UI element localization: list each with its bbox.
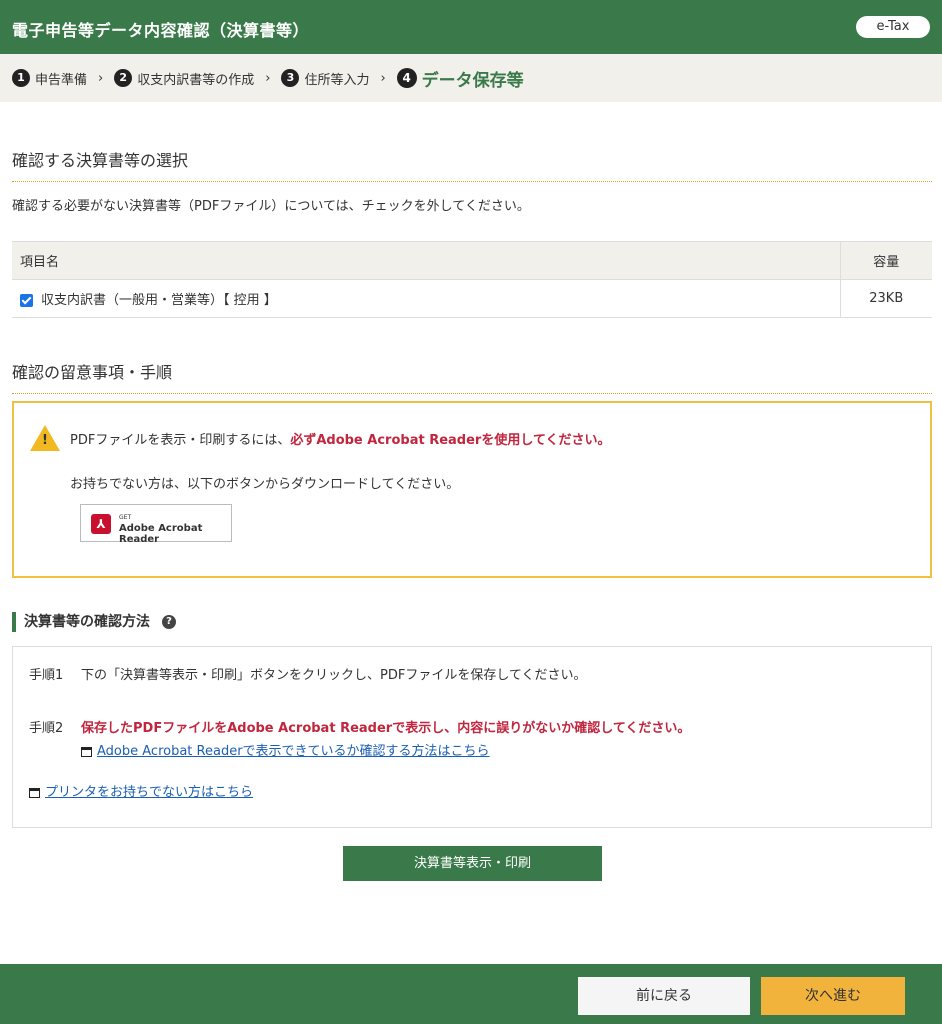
printer-link[interactable]: プリンタをお持ちでない方はこちら [45, 785, 253, 800]
new-window-icon [29, 787, 40, 798]
procedure-2-text: 保存したPDFファイルをAdobe Acrobat Readerで表示し、内容に… [81, 721, 691, 736]
step-2-label: 収支内訳書等の作成 [137, 72, 255, 88]
method-title: 決算書等の確認方法 [24, 614, 150, 630]
page-title: 電子申告等データ内容確認（決算書等） [12, 21, 310, 40]
selection-section-title: 確認する決算書等の選択 [12, 147, 932, 182]
app-header: 電子申告等データ内容確認（決算書等） e-Tax [0, 0, 942, 54]
notice-emphasis: 必ずAdobe Acrobat Readerを使用してください。 [290, 433, 611, 448]
step-4-label: データ保存等 [421, 70, 524, 91]
progress-steps: 1 申告準備 › 2 収支内訳書等の作成 › 3 住所等入力 › 4 データ保存… [0, 54, 942, 102]
step-1-number: 1 [12, 69, 30, 87]
adobe-get-text: GET [119, 514, 132, 521]
method-heading: 決算書等の確認方法? [12, 612, 176, 632]
notice-prefix: PDFファイルを表示・印刷するには、 [70, 433, 291, 448]
adobe-name-text: Adobe Acrobat Reader [119, 523, 203, 545]
column-header-size: 容量 [839, 241, 932, 280]
file-table: 項目名 容量 収支内訳書（一般用・営業等）【 控用 】 23KB [12, 241, 932, 318]
selection-description: 確認する必要がない決算書等（PDFファイル）については、チェックを外してください… [12, 199, 530, 214]
step-2: 2 収支内訳書等の作成 [114, 69, 254, 88]
notice-line-1: PDFファイルを表示・印刷するには、必ずAdobe Acrobat Reader… [70, 429, 611, 448]
step-3-label: 住所等入力 [304, 72, 370, 88]
new-window-icon [81, 746, 92, 757]
display-print-button[interactable]: 決算書等表示・印刷 [343, 846, 602, 881]
adobe-pdf-icon: ⅄ [91, 514, 111, 534]
step-4-number: 4 [396, 68, 417, 88]
back-button[interactable]: 前に戻る [578, 977, 750, 1015]
table-header-row: 項目名 容量 [12, 241, 932, 280]
step-3-number: 3 [281, 69, 300, 87]
method-box: 手順1 下の「決算書等表示・印刷」ボタンをクリックし、PDFファイルを保存してくだ… [12, 646, 932, 828]
procedure-2-label: 手順2 [29, 721, 64, 736]
column-header-name: 項目名 [12, 241, 840, 280]
help-icon[interactable]: ? [162, 615, 176, 629]
file-size: 23KB [839, 279, 932, 318]
table-row: 収支内訳書（一般用・営業等）【 控用 】 23KB [12, 279, 932, 318]
reader-check-link[interactable]: Adobe Acrobat Readerで表示できているか確認する方法はこちら [97, 744, 490, 759]
file-checkbox[interactable] [20, 294, 33, 307]
step-4-current: 4 データ保存等 [396, 66, 524, 91]
procedure-1: 手順1 下の「決算書等表示・印刷」ボタンをクリックし、PDFファイルを保存してくだ… [29, 664, 587, 683]
printer-link-row: プリンタをお持ちでない方はこちら [29, 781, 253, 800]
warning-symbol: ! [42, 433, 48, 448]
footer-bar: 前に戻る 次へ進む [0, 964, 942, 1024]
step-separator: › [380, 70, 386, 86]
procedure-2: 手順2 保存したPDFファイルをAdobe Acrobat Readerで表示し、… [29, 717, 690, 736]
reader-check-link-row: Adobe Acrobat Readerで表示できているか確認する方法はこちら [81, 740, 490, 759]
file-name-cell: 収支内訳書（一般用・営業等）【 控用 】 [12, 279, 840, 318]
file-name: 収支内訳書（一般用・営業等）【 控用 】 [41, 293, 277, 308]
next-button[interactable]: 次へ進む [761, 977, 905, 1015]
step-1-label: 申告準備 [35, 72, 88, 88]
step-3: 3 住所等入力 [281, 69, 369, 88]
notice-box: ! PDFファイルを表示・印刷するには、必ずAdobe Acrobat Read… [12, 401, 932, 578]
procedure-1-text: 下の「決算書等表示・印刷」ボタンをクリックし、PDFファイルを保存してください。 [81, 668, 587, 683]
warning-icon: ! [30, 425, 60, 451]
notice-line-2: お持ちでない方は、以下のボタンからダウンロードしてください。 [70, 477, 460, 492]
get-adobe-reader-button[interactable]: ⅄ GET Adobe Acrobat Reader [80, 504, 232, 545]
step-separator: › [98, 70, 104, 86]
etax-badge[interactable]: e-Tax [856, 16, 930, 38]
procedure-1-label: 手順1 [29, 668, 64, 683]
step-2-number: 2 [114, 69, 133, 87]
notes-section-title: 確認の留意事項・手順 [12, 359, 932, 394]
step-1: 1 申告準備 [12, 69, 87, 88]
step-separator: › [265, 70, 271, 86]
